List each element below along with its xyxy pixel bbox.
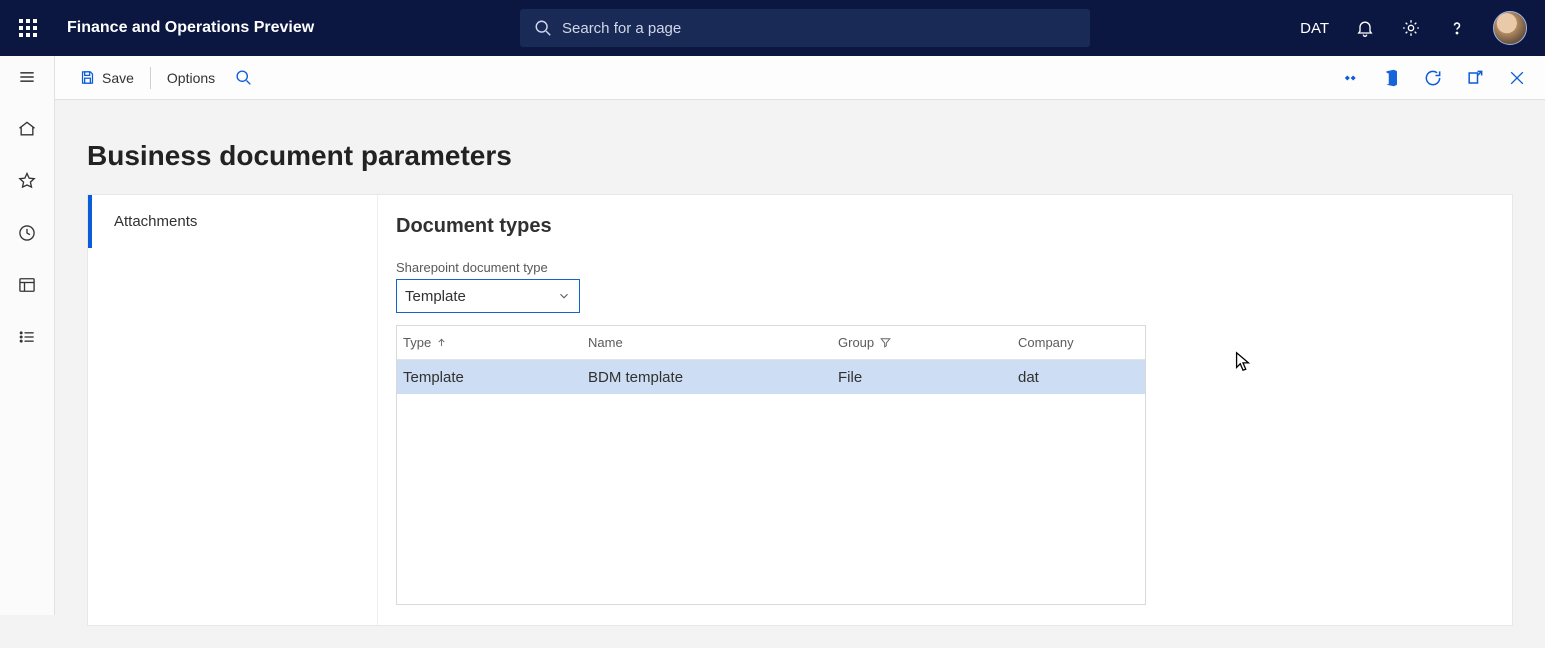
col-name[interactable]: Name [588,335,838,350]
avatar[interactable] [1493,11,1527,45]
cell-group: File [838,369,1018,386]
cell-name: BDM template [588,369,838,386]
tab-strip: Attachments [88,195,378,625]
col-label: Name [588,335,623,350]
recents-button[interactable] [16,222,38,244]
content-area: Save Options [55,56,1545,615]
office-icon [1382,69,1400,87]
filter-icon [879,336,892,349]
app-launcher-button[interactable] [0,0,55,56]
favorites-button[interactable] [16,170,38,192]
options-button[interactable]: Options [157,64,225,92]
popout-button[interactable] [1465,68,1485,88]
home-button[interactable] [16,118,38,140]
modules-button[interactable] [16,326,38,348]
cell-company: dat [1018,369,1139,386]
col-company[interactable]: Company [1018,335,1139,350]
action-right [1339,68,1535,88]
topbar-right: DAT [1300,11,1545,45]
save-label: Save [102,70,134,86]
chevron-down-icon [557,289,571,303]
waffle-icon [19,19,37,37]
save-icon [79,69,96,86]
diamond-icon [1339,68,1359,88]
left-rail [0,56,55,615]
popout-icon [1465,68,1485,88]
help-icon [1447,18,1467,38]
cell-type: Template [403,369,588,386]
close-button[interactable] [1507,68,1527,88]
document-types-grid: Type Name Group [396,325,1146,605]
parameters-card: Attachments Document types Sharepoint do… [87,194,1513,626]
company-picker[interactable]: DAT [1300,20,1329,37]
tab-label: Attachments [114,213,197,230]
refresh-button[interactable] [1423,68,1443,88]
topbar: Finance and Operations Preview Search fo… [0,0,1545,56]
search-placeholder: Search for a page [562,20,681,37]
col-label: Company [1018,335,1074,350]
close-icon [1507,68,1527,88]
section-heading: Document types [396,215,1494,238]
help-button[interactable] [1447,18,1467,38]
table-row[interactable]: Template BDM template File dat [397,360,1145,394]
refresh-icon [1423,68,1443,88]
app-title: Finance and Operations Preview [67,19,314,37]
col-type[interactable]: Type [403,335,588,350]
search-wrap: Search for a page [520,9,1090,47]
workspaces-button[interactable] [16,274,38,296]
page-title: Business document parameters [87,140,1513,172]
options-label: Options [167,70,215,86]
tab-content: Document types Sharepoint document type … [378,195,1512,625]
dropdown-value: Template [405,288,466,305]
search-icon [235,69,252,86]
office-button[interactable] [1381,68,1401,88]
clock-icon [17,223,37,243]
sharepoint-type-dropdown[interactable]: Template [396,279,580,313]
divider [150,67,151,89]
bell-icon [1355,18,1375,38]
col-label: Type [403,335,431,350]
list-icon [17,327,37,347]
grid-header: Type Name Group [397,326,1145,360]
save-button[interactable]: Save [69,63,144,92]
settings-button[interactable] [1401,18,1421,38]
home-icon [17,119,37,139]
personalize-button[interactable] [1339,68,1359,88]
nav-toggle-button[interactable] [16,66,38,88]
gear-icon [1401,18,1421,38]
page-body: Business document parameters Attachments… [55,100,1545,648]
sort-asc-icon [436,337,447,348]
search-icon [534,19,552,37]
actionbar-search-button[interactable] [225,63,262,92]
col-group[interactable]: Group [838,335,1018,350]
sharepoint-type-label: Sharepoint document type [396,260,1494,275]
action-bar: Save Options [55,56,1545,100]
hamburger-icon [17,67,37,87]
workspace-icon [17,275,37,295]
search-input[interactable]: Search for a page [520,9,1090,47]
tab-attachments[interactable]: Attachments [88,195,377,248]
star-icon [17,171,37,191]
col-label: Group [838,335,874,350]
notifications-button[interactable] [1355,18,1375,38]
